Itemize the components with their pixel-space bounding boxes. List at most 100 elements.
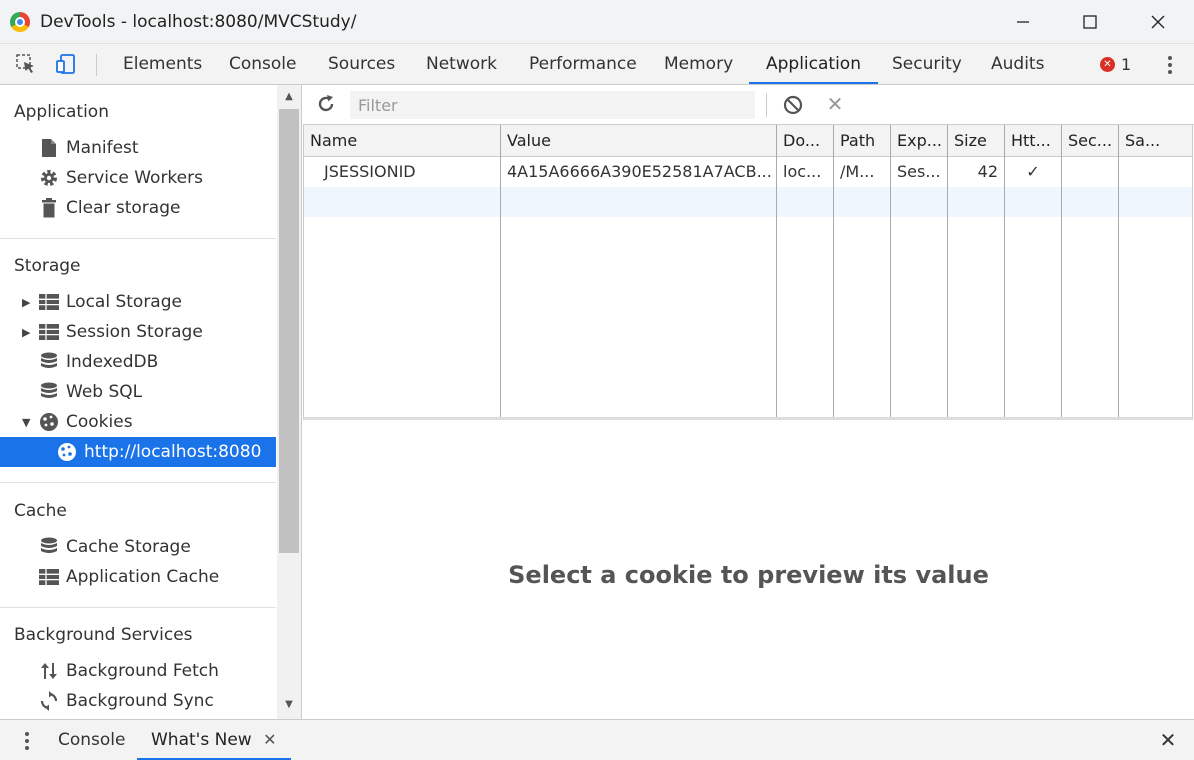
column-header-expires[interactable]: Exp... xyxy=(891,125,947,157)
sidebar-section-storage: Storage xyxy=(14,256,81,276)
minimize-button[interactable] xyxy=(1000,0,1046,44)
collapse-arrow-icon[interactable]: ▼ xyxy=(22,416,34,429)
sidebar-item-local-storage[interactable]: ▶ Local Storage xyxy=(0,287,276,317)
sidebar-item-service-workers[interactable]: Service Workers xyxy=(0,163,276,193)
trash-icon xyxy=(38,198,60,218)
column-divider[interactable] xyxy=(1118,125,1119,417)
error-count-badge[interactable]: ✕ 1 xyxy=(1100,54,1131,74)
cell-size: 42 xyxy=(977,162,998,181)
drawer-tab-whats-new[interactable]: What's New ✕ xyxy=(137,720,291,760)
error-icon: ✕ xyxy=(1100,56,1115,72)
sidebar-section-cache: Cache xyxy=(14,501,67,521)
toolbar-separator xyxy=(766,93,767,117)
expand-arrow-icon[interactable]: ▶ xyxy=(22,296,34,309)
cookie-icon xyxy=(56,442,78,462)
sidebar-item-label: Local Storage xyxy=(66,292,182,312)
toolbar-separator xyxy=(96,54,97,76)
tab-application[interactable]: Application xyxy=(749,44,878,84)
inspect-element-button[interactable] xyxy=(14,52,38,76)
tab-audits[interactable]: Audits xyxy=(974,44,1061,84)
delete-selected-button[interactable]: ✕ xyxy=(823,91,847,117)
sidebar-item-cache-storage[interactable]: Cache Storage xyxy=(0,532,276,562)
empty-table-row[interactable] xyxy=(304,187,1192,217)
maximize-button[interactable] xyxy=(1067,0,1113,44)
sidebar-item-indexeddb[interactable]: IndexedDB xyxy=(0,347,276,377)
table-grid-icon xyxy=(38,292,60,312)
sidebar-item-label: Service Workers xyxy=(66,168,203,188)
cell-httponly-checkmark-icon: ✓ xyxy=(1026,162,1040,181)
scroll-down-arrow-icon[interactable]: ▼ xyxy=(283,699,295,710)
cell-samesite xyxy=(1119,157,1175,187)
expand-arrow-icon[interactable]: ▶ xyxy=(22,326,34,339)
sidebar-item-manifest[interactable]: Manifest xyxy=(0,133,276,163)
tab-sources[interactable]: Sources xyxy=(311,44,412,84)
clear-all-cookies-button[interactable] xyxy=(781,93,805,117)
scroll-up-arrow-icon[interactable]: ▲ xyxy=(283,91,295,102)
sidebar-item-cookie-origin[interactable]: http://localhost:8080 xyxy=(0,437,276,467)
close-tab-icon[interactable]: ✕ xyxy=(263,730,276,749)
drawer-tab-console[interactable]: Console xyxy=(44,720,140,760)
application-sidebar: Application Manifest Service Workers Cle… xyxy=(0,85,302,719)
sidebar-item-web-sql[interactable]: Web SQL xyxy=(0,377,276,407)
cookies-panel: ✕ Name Value Do... Path Exp... Size Htt.… xyxy=(303,85,1194,719)
column-divider[interactable] xyxy=(833,125,834,417)
up-down-arrows-icon xyxy=(38,661,60,681)
tab-performance[interactable]: Performance xyxy=(512,44,654,84)
tab-console[interactable]: Console xyxy=(212,44,314,84)
column-divider[interactable] xyxy=(500,125,501,417)
column-divider[interactable] xyxy=(890,125,891,417)
column-header-value[interactable]: Value xyxy=(501,125,776,157)
tab-network[interactable]: Network xyxy=(409,44,514,84)
cell-name: JSESSIONID xyxy=(324,162,416,181)
column-header-path[interactable]: Path xyxy=(834,125,890,157)
window-titlebar: DevTools - localhost:8080/MVCStudy/ xyxy=(0,0,1194,44)
filter-input[interactable] xyxy=(350,91,755,119)
sidebar-scrollbar-thumb[interactable] xyxy=(279,109,299,553)
sidebar-item-label: Session Storage xyxy=(66,322,203,342)
column-header-size[interactable]: Size xyxy=(948,125,1004,157)
column-header-httponly[interactable]: Htt... xyxy=(1005,125,1061,157)
sidebar-item-label: Cache Storage xyxy=(66,537,191,557)
column-divider[interactable] xyxy=(776,125,777,417)
sidebar-item-cookies[interactable]: ▼ Cookies xyxy=(0,407,276,437)
drawer-tab-label: Console xyxy=(58,730,126,750)
cookies-table: Name Value Do... Path Exp... Size Htt...… xyxy=(303,125,1193,420)
drawer-menu-button[interactable] xyxy=(20,730,34,752)
sidebar-item-session-storage[interactable]: ▶ Session Storage xyxy=(0,317,276,347)
devtools-tabbar: Elements Console Sources Network Perform… xyxy=(0,44,1194,85)
table-grid-icon xyxy=(38,567,60,587)
sidebar-item-application-cache[interactable]: Application Cache xyxy=(0,562,276,592)
column-divider[interactable] xyxy=(1004,125,1005,417)
column-header-name[interactable]: Name xyxy=(304,125,500,157)
cookie-preview-pane: Select a cookie to preview its value xyxy=(303,421,1194,719)
gear-icon xyxy=(38,168,60,188)
refresh-button[interactable] xyxy=(315,93,337,115)
cell-expires: Ses... xyxy=(897,162,941,181)
sidebar-item-background-fetch[interactable]: Background Fetch xyxy=(0,656,276,686)
tab-memory[interactable]: Memory xyxy=(647,44,750,84)
column-header-samesite[interactable]: Sa... xyxy=(1119,125,1175,157)
preview-placeholder-message: Select a cookie to preview its value xyxy=(508,561,989,589)
column-divider[interactable] xyxy=(947,125,948,417)
tab-elements[interactable]: Elements xyxy=(106,44,219,84)
sidebar-divider xyxy=(0,607,276,608)
column-divider[interactable] xyxy=(1061,125,1062,417)
sidebar-item-label: Application Cache xyxy=(66,567,220,587)
close-window-button[interactable] xyxy=(1135,0,1181,44)
sidebar-item-background-sync[interactable]: Background Sync xyxy=(0,686,276,716)
sidebar-item-label: Web SQL xyxy=(66,382,143,402)
sidebar-item-clear-storage[interactable]: Clear storage xyxy=(0,193,276,223)
device-toolbar-button[interactable] xyxy=(54,52,78,76)
chrome-logo-icon xyxy=(10,11,30,32)
tab-security[interactable]: Security xyxy=(875,44,979,84)
kebab-dot-icon xyxy=(25,746,29,751)
sidebar-section-application: Application xyxy=(14,102,109,122)
column-header-domain[interactable]: Do... xyxy=(777,125,833,157)
customize-devtools-menu-button[interactable] xyxy=(1160,54,1180,76)
table-row[interactable]: JSESSIONID 4A15A6666A390E52581A7ACB... l… xyxy=(304,157,1192,187)
close-drawer-button[interactable]: ✕ xyxy=(1156,728,1180,752)
sidebar-item-label: http://localhost:8080 xyxy=(84,442,262,462)
column-header-secure[interactable]: Sec... xyxy=(1062,125,1118,157)
sidebar-item-label: Clear storage xyxy=(66,198,181,218)
sidebar-item-label: Cookies xyxy=(66,412,133,432)
